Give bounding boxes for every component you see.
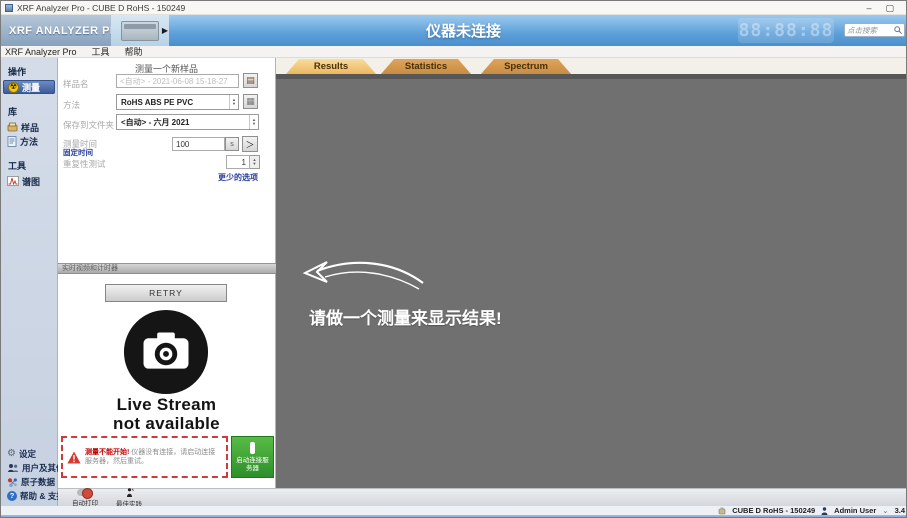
instrument-image — [121, 21, 159, 41]
title-bar: XRF Analyzer Pro - CUBE D RoHS - 150249 … — [1, 1, 907, 15]
empty-results-message: 请做一个测量来显示结果! — [301, 249, 502, 329]
maximize-button[interactable]: ▢ — [885, 2, 894, 14]
sidebar-group-tools: 工具 — [1, 157, 57, 174]
bottom-toolbar: 自动打印 最佳实践 — [58, 488, 907, 506]
user-icon — [821, 507, 828, 515]
method-document-icon — [7, 136, 17, 147]
tab-statistics[interactable]: Statistics — [381, 59, 471, 74]
print-toggle-icon — [77, 489, 93, 496]
sidebar-item-settings[interactable]: ⚙ 设定 — [1, 447, 58, 461]
sidebar-group-operations: 操作 — [1, 63, 57, 80]
app-icon — [5, 4, 13, 12]
results-tab-bar: Results Statistics Spectrum — [276, 58, 907, 74]
minimize-button[interactable]: – — [866, 2, 871, 14]
sketch-arrow-icon — [301, 249, 426, 297]
search-icon — [894, 26, 902, 34]
app-logo: XRF ANALYZER PRO — [1, 15, 111, 46]
sidebar: 操作 ☢ 测量 库 样品 方法 工具 谱图 ⚙ 设定 用户及其他 — [1, 58, 58, 506]
sidebar-bottom-group: ⚙ 设定 用户及其他 原子数据 ? 帮助 & 支持 — [1, 447, 58, 503]
start-connection-server-button[interactable]: 启动连接服务器 — [231, 436, 274, 478]
header-banner: XRF ANALYZER PRO ▶ 仪器未连接 88:88:88 — [1, 15, 907, 46]
results-area: Results Statistics Spectrum 请做一个测量来显示结果! — [276, 58, 907, 488]
advance-time-button[interactable]: ＞ — [242, 136, 258, 152]
sidebar-group-library: 库 — [1, 103, 57, 120]
warning-triangle-icon — [67, 451, 81, 464]
time-unit-button[interactable]: s — [225, 137, 239, 151]
sidebar-item-samples[interactable]: 样品 — [1, 120, 57, 134]
camera-panel-header: 实时视频和计时器 — [58, 263, 276, 274]
sidebar-item-help-support[interactable]: ? 帮助 & 支持 — [1, 489, 58, 503]
menu-help[interactable]: 帮助 — [125, 45, 143, 58]
grid-icon: ▦ — [246, 96, 255, 107]
clock-digits: 88:88:88 — [739, 20, 834, 41]
app-window: XRF Analyzer Pro - CUBE D RoHS - 150249 … — [0, 0, 907, 518]
status-user[interactable]: Admin User — [834, 506, 876, 515]
empty-results-text: 请做一个测量来显示结果! — [309, 304, 502, 329]
save-folder-spinner[interactable]: ▲▼ — [249, 115, 258, 129]
users-icon — [7, 463, 19, 473]
gear-icon: ⚙ — [7, 449, 16, 459]
search-box — [844, 23, 905, 37]
time-mode-link[interactable]: 固定时间 — [63, 147, 93, 158]
window-title: XRF Analyzer Pro - CUBE D RoHS - 150249 — [17, 3, 862, 13]
method-label: 方法 — [63, 99, 80, 111]
tag-icon: ▤ — [246, 75, 255, 86]
connection-status-text: 仪器未连接 — [426, 20, 501, 41]
warning-title: 测量不能开始! — [85, 449, 129, 456]
method-options-button[interactable]: ▦ — [243, 94, 258, 109]
measurement-panel: 测量一个新样品 样品名 ▤ 方法 RoHS ABS PE PVC ▲▼ ▦ 保存… — [58, 58, 276, 488]
sample-name-input[interactable] — [116, 74, 239, 88]
save-folder-select[interactable]: <自动> - 六月 2021 ▲▼ — [116, 114, 259, 130]
fewer-options-link[interactable]: 更少的选项 — [218, 172, 258, 183]
live-stream-unavailable-text: Live Stream not available — [58, 395, 275, 433]
help-icon: ? — [7, 491, 17, 501]
sidebar-item-atomic-data[interactable]: 原子数据 — [1, 475, 58, 489]
sample-name-label: 样品名 — [63, 78, 89, 90]
sidebar-item-spectra[interactable]: 谱图 — [1, 174, 57, 188]
radiation-icon: ☢ — [8, 82, 19, 93]
measurement-warning-box: 测量不能开始! 仪器没有连接，请启动连接服务器，然后重试。 — [61, 436, 228, 478]
status-bar: CUBE D RoHS - 150249 Admin User ⌄ 3.4 — [1, 506, 907, 515]
sample-tray-icon — [7, 122, 18, 133]
repeat-count-input[interactable] — [226, 155, 250, 169]
instrument-thumbnail[interactable]: ▶ — [111, 15, 169, 46]
best-practice-button[interactable]: 最佳实践 — [116, 488, 142, 508]
menu-app[interactable]: XRF Analyzer Pro — [5, 47, 77, 57]
repeat-test-label: 重复性测试 — [63, 158, 106, 170]
next-arrow-icon: ＞ — [245, 138, 254, 151]
repeat-count-stepper[interactable]: ▲▼ — [250, 155, 260, 169]
results-canvas: 请做一个测量来显示结果! — [276, 74, 907, 488]
camera-icon — [122, 308, 210, 401]
measurement-clock: 88:88:88 — [738, 18, 834, 43]
best-practice-icon — [125, 488, 134, 497]
search-input[interactable] — [847, 26, 894, 35]
auto-print-toggle[interactable]: 自动打印 — [72, 489, 98, 507]
spectrum-icon — [7, 176, 19, 186]
atom-molecule-icon — [7, 477, 18, 488]
connector-plug-icon — [250, 442, 255, 454]
menu-bar: XRF Analyzer Pro 工具 帮助 — [1, 46, 907, 58]
tab-spectrum[interactable]: Spectrum — [481, 59, 571, 74]
method-spinner[interactable]: ▲▼ — [229, 95, 238, 109]
menu-tools[interactable]: 工具 — [92, 45, 110, 58]
sample-tag-button[interactable]: ▤ — [243, 73, 258, 88]
sidebar-item-users[interactable]: 用户及其他 — [1, 461, 58, 475]
chevron-down-icon[interactable]: ⌄ — [882, 506, 888, 515]
tab-results[interactable]: Results — [286, 59, 376, 74]
method-select[interactable]: RoHS ABS PE PVC ▲▼ — [116, 94, 239, 110]
play-icon[interactable]: ▶ — [162, 26, 168, 35]
sidebar-item-methods[interactable]: 方法 — [1, 134, 57, 148]
save-to-label: 保存到文件夹 — [63, 119, 114, 131]
status-version: 3.4 — [895, 506, 905, 515]
measure-time-input[interactable] — [172, 137, 225, 151]
sidebar-item-measure[interactable]: ☢ 测量 — [3, 80, 55, 94]
status-device: CUBE D RoHS - 150249 — [732, 506, 815, 515]
instrument-status-icon — [718, 507, 726, 515]
retry-button[interactable]: RETRY — [105, 284, 227, 302]
